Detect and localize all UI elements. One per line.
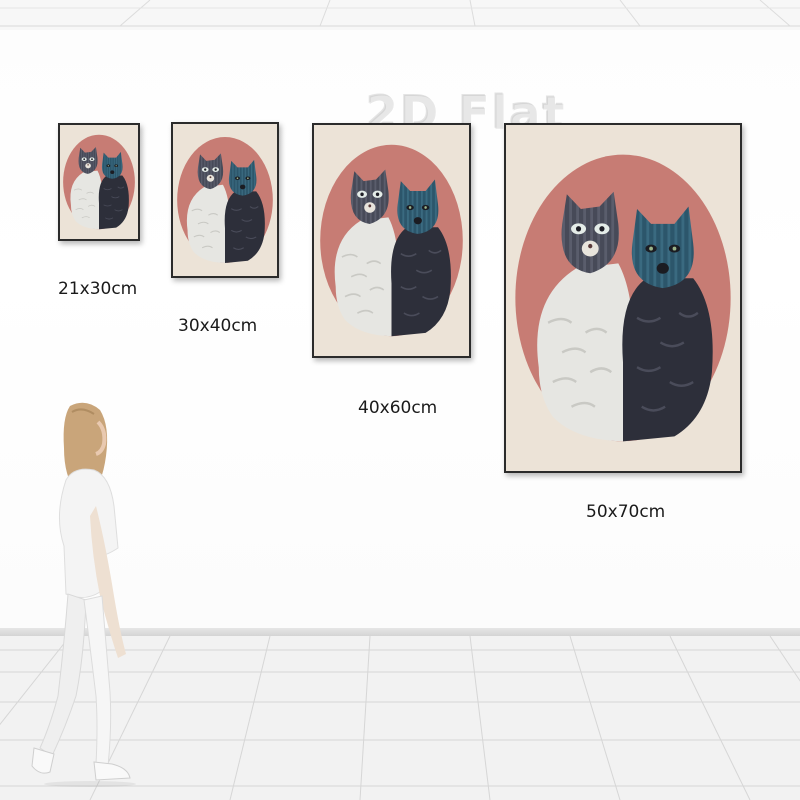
woman-figure-scale-reference <box>31 402 136 787</box>
painting-two-masked-cats <box>314 125 469 356</box>
size-label-40x60: 40x60cm <box>358 398 438 418</box>
painting-two-masked-cats <box>173 124 277 276</box>
painting-large <box>312 123 471 358</box>
painting-small <box>58 123 140 241</box>
painting-extra-large <box>504 123 742 473</box>
painting-medium <box>171 122 279 278</box>
size-label-21x30: 21x30cm <box>58 279 138 299</box>
ceiling <box>0 0 800 30</box>
size-label-30x40: 30x40cm <box>178 316 258 336</box>
painting-two-masked-cats <box>506 125 740 471</box>
size-label-50x70: 50x70cm <box>586 502 666 522</box>
painting-two-masked-cats <box>60 125 138 239</box>
